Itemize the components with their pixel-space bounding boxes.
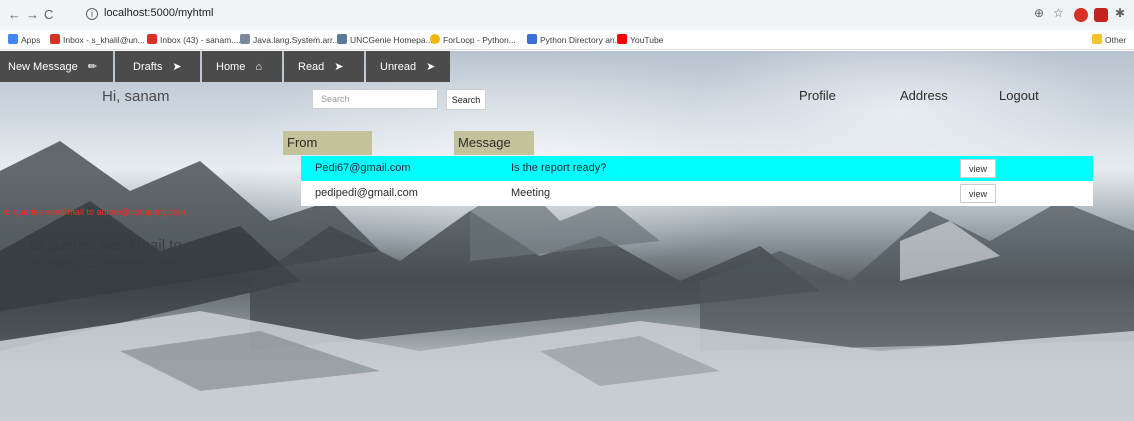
message-subject: Meeting [511,187,551,199]
read-button[interactable]: Read ➤ [284,51,364,82]
gmail-icon [50,34,60,44]
apps-icon [8,34,18,44]
greeting: Hi, sanam [102,88,170,105]
youtube-icon [617,34,627,44]
bookmark-uncgenie[interactable]: UNCGenie Homepa... [337,33,433,47]
url-text[interactable]: localhost:5000/myhtml [104,7,213,19]
folder-icon [1092,34,1102,44]
top-nav-bar: New Message ✏ Drafts ➤ Home ⌂ Read ➤ Unr… [0,51,452,82]
new-message-button[interactable]: New Message ✏ [0,51,113,82]
address-link[interactable]: Address [900,88,948,103]
drafts-button[interactable]: Drafts ➤ [115,51,200,82]
view-button[interactable]: view [960,184,996,203]
back-arrow-icon[interactable]: ← [8,7,21,23]
mountain-background-image [0,141,1134,421]
home-icon: ⌂ [255,60,262,73]
paper-plane-icon: ➤ [426,61,436,73]
message-from: pedipedi@gmail.com [315,187,418,199]
search-input[interactable] [312,89,438,109]
gmail-icon [147,34,157,44]
message-from: Pedi67@gmail.com [315,162,411,174]
bookmark-gmail-2[interactable]: Inbox (43) - sanam.... [147,33,241,47]
page-background: New Message ✏ Drafts ➤ Home ⌂ Read ➤ Unr… [0,51,1134,421]
bookmark-forloop[interactable]: ForLoop - Python... [430,33,516,47]
unread-button[interactable]: Unread ➤ [366,51,450,82]
browser-toolbar: ← → C i localhost:5000/myhtml ⊕ ☆ ✱ [0,0,1134,30]
home-button[interactable]: Home ⌂ [202,51,282,82]
java-icon [240,34,250,44]
bookmark-java[interactable]: Java.lang.System.arr... [240,33,339,47]
query-notice-small: or queries send mail to admin@company.co… [3,207,186,217]
table-row: Pedi67@gmail.com Is the report ready? vi… [301,156,1093,181]
column-header-from: From [283,131,372,155]
view-button[interactable]: view [960,159,996,178]
info-icon[interactable]: i [86,8,98,20]
python-icon [527,34,537,44]
query-notice-large: or queries send mail to admin@company.co… [30,237,182,272]
puzzle-icon[interactable]: ✱ [1115,6,1125,20]
paper-plane-icon: ➤ [172,61,182,73]
bookmark-other[interactable]: Other [1092,33,1126,47]
zoom-icon[interactable]: ⊕ [1034,6,1044,20]
python-icon [430,34,440,44]
bookmarks-bar: Apps Inbox - s_khalil@un... Inbox (43) -… [0,30,1134,50]
pencil-icon: ✏ [87,61,97,73]
profile-link[interactable]: Profile [799,88,836,103]
star-icon[interactable]: ☆ [1053,6,1064,20]
bookmark-python-directory[interactable]: Python Directory an... [527,33,622,47]
reload-icon[interactable]: C [44,7,53,23]
message-subject: Is the report ready? [511,162,607,174]
search-button[interactable]: Search [446,89,486,110]
address-bar[interactable] [76,4,1130,26]
forward-arrow-icon[interactable]: → [26,7,39,23]
table-row: pedipedi@gmail.com Meeting view [301,181,1093,206]
extension-icon[interactable] [1074,8,1088,22]
logout-link[interactable]: Logout [999,88,1039,103]
uncgenie-icon [337,34,347,44]
pdf-extension-icon[interactable] [1094,8,1108,22]
paper-plane-icon: ➤ [334,61,344,73]
bookmark-gmail-1[interactable]: Inbox - s_khalil@un... [50,33,145,47]
column-header-message: Message [454,131,534,155]
bookmark-youtube[interactable]: YouTube [617,33,663,47]
bookmark-apps[interactable]: Apps [8,33,40,47]
